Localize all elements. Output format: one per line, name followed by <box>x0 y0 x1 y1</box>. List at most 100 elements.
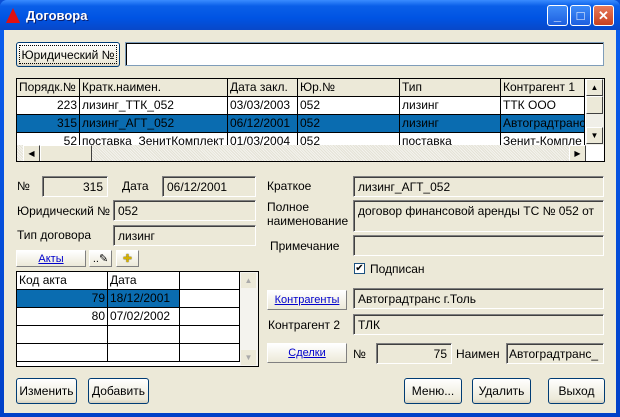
col-header[interactable]: Тип <box>400 79 501 97</box>
scroll-left-icon[interactable]: ◀ <box>23 145 40 161</box>
scroll-down-icon[interactable]: ▼ <box>586 127 603 144</box>
signed-label: Подписан <box>370 262 425 276</box>
scroll-thumb[interactable] <box>40 145 92 161</box>
contractor2-label: Контрагент 2 <box>268 318 341 332</box>
cell <box>180 344 240 362</box>
cell: 315 <box>17 115 80 133</box>
short-name-field[interactable]: лизинг_АГТ_052 <box>353 176 604 197</box>
col-header[interactable]: Юр.№ <box>298 79 400 97</box>
full-name-label-1: Полное <box>267 200 310 214</box>
contractor2-field[interactable]: ТЛК <box>353 314 604 335</box>
deal-name-label: Наимен <box>456 347 500 361</box>
cell: лизинг_ТТК_052 <box>80 97 228 115</box>
col-header[interactable]: Дата <box>108 272 180 290</box>
col-header[interactable]: Контрагент 1 <box>501 79 585 97</box>
scroll-up-icon[interactable]: ▲ <box>586 79 603 96</box>
col-header[interactable]: Порядк.№ <box>17 79 80 97</box>
contractors-button-label: Контрагенты <box>274 294 340 306</box>
cell <box>180 290 240 308</box>
search-input[interactable] <box>125 42 604 66</box>
close-button[interactable]: ✕ <box>593 5 614 26</box>
cell <box>108 326 180 344</box>
number-field[interactable]: 315 <box>42 176 108 197</box>
table-row[interactable] <box>17 344 240 362</box>
cell: Автоградтранс <box>501 115 585 133</box>
client-area: Юридический № Порядк.№ Кратк.наимен. Дат… <box>4 30 616 413</box>
table-row-selected[interactable]: 315 лизинг_АГТ_052 06/12/2001 052 лизинг… <box>17 115 585 133</box>
note-field[interactable] <box>353 235 604 256</box>
contractor1-field[interactable]: Автоградтранс г.Толь <box>353 288 604 309</box>
full-name-label-2: наименование <box>267 214 349 228</box>
grid-header: Порядк.№ Кратк.наимен. Дата закл. Юр.№ Т… <box>17 79 585 97</box>
cell: лизинг <box>400 97 501 115</box>
pencil-icon: ..✎ <box>92 253 109 265</box>
vertical-scrollbar[interactable]: ▲ ▼ <box>240 272 258 366</box>
edit-act-button[interactable]: ..✎ <box>89 250 112 267</box>
deal-name-field[interactable]: Автоградтранс_ <box>506 343 604 364</box>
table-row[interactable]: 80 07/02/2002 <box>17 308 240 326</box>
cell: 052 <box>298 97 400 115</box>
cell <box>180 308 240 326</box>
signed-checkbox[interactable]: ✔ <box>354 263 365 274</box>
horizontal-scrollbar[interactable]: ◀ ▶ <box>17 145 586 161</box>
cell: 03/03/2003 <box>228 97 298 115</box>
cell: 80 <box>17 308 108 326</box>
grid-header: Код акта Дата <box>17 272 240 290</box>
table-row[interactable]: 223 лизинг_ТТК_052 03/03/2003 052 лизинг… <box>17 97 585 115</box>
cell: ТТК ООО <box>501 97 585 115</box>
minimize-button[interactable]: _ <box>547 5 568 26</box>
contract-type-field[interactable]: лизинг <box>113 225 256 246</box>
cell: 223 <box>17 97 80 115</box>
cell: 79 <box>17 290 108 308</box>
cell <box>17 326 108 344</box>
delete-button[interactable]: Удалить <box>472 378 531 404</box>
exit-button[interactable]: Выход <box>548 378 605 404</box>
vertical-scrollbar[interactable]: ▲ ▼ <box>586 79 604 145</box>
add-button[interactable]: Добавить <box>88 378 149 404</box>
plus-icon: ✚ <box>122 253 133 265</box>
deal-number-label: № <box>353 347 366 361</box>
menu-button[interactable]: Меню... <box>404 378 462 404</box>
cell: 06/12/2001 <box>228 115 298 133</box>
cell: лизинг <box>400 115 501 133</box>
scroll-down-icon[interactable]: ▼ <box>240 349 257 366</box>
col-header[interactable]: Кратк.наимен. <box>80 79 228 97</box>
cell <box>17 344 108 362</box>
window-title: Договора <box>26 8 88 23</box>
title-bar[interactable]: Договора _ □ ✕ <box>0 0 620 30</box>
date-label: Дата <box>122 179 149 193</box>
scroll-right-icon[interactable]: ▶ <box>569 145 586 161</box>
col-header[interactable] <box>180 272 240 290</box>
cell <box>108 344 180 362</box>
cell: 07/02/2002 <box>108 308 180 326</box>
search-legal-number-button[interactable]: Юридический № <box>16 42 120 67</box>
contractors-button[interactable]: Контрагенты <box>267 290 347 310</box>
number-label: № <box>17 179 30 193</box>
edit-button[interactable]: Изменить <box>16 378 77 404</box>
table-row-selected[interactable]: 79 18/12/2001 <box>17 290 240 308</box>
add-act-button[interactable]: ✚ <box>116 250 139 267</box>
app-icon <box>6 8 20 23</box>
scroll-thumb[interactable] <box>586 96 603 114</box>
legal-number-label: Юридический № <box>17 204 110 218</box>
col-header[interactable]: Дата закл. <box>228 79 298 97</box>
note-label: Примечание <box>270 239 340 253</box>
date-field[interactable]: 06/12/2001 <box>162 176 256 197</box>
table-row[interactable] <box>17 326 240 344</box>
col-header[interactable]: Код акта <box>17 272 108 290</box>
cell <box>180 326 240 344</box>
deals-button[interactable]: Сделки <box>267 343 347 363</box>
cell: 052 <box>298 115 400 133</box>
window: Договора _ □ ✕ Юридический № Порядк.№ Кр… <box>0 0 620 417</box>
acts-grid: Код акта Дата 79 18/12/2001 80 07/02/200… <box>16 271 259 367</box>
maximize-button[interactable]: □ <box>570 5 591 26</box>
acts-button-label: Акты <box>38 252 64 265</box>
contracts-grid: Порядк.№ Кратк.наимен. Дата закл. Юр.№ Т… <box>16 78 605 162</box>
contract-type-label: Тип договора <box>17 228 92 242</box>
full-name-field[interactable]: договор финансовой аренды ТС № 052 от <box>353 200 604 232</box>
legal-number-field[interactable]: 052 <box>113 200 256 221</box>
acts-button[interactable]: Акты <box>16 250 86 267</box>
cell: лизинг_АГТ_052 <box>80 115 228 133</box>
scroll-up-icon[interactable]: ▲ <box>240 272 257 289</box>
deal-number-field[interactable]: 75 <box>376 343 452 364</box>
